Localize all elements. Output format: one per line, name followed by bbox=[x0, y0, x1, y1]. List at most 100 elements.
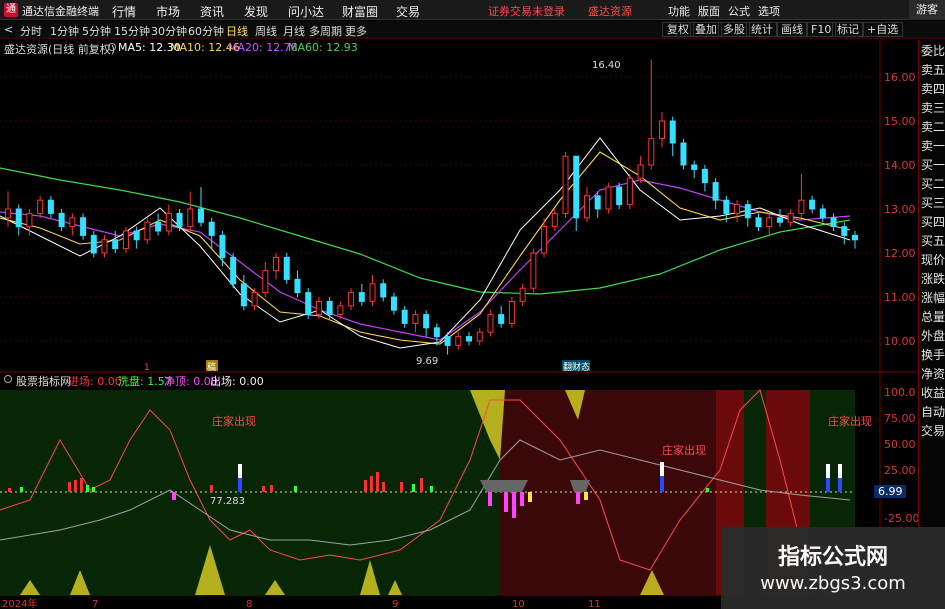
sidebar-item-bid5[interactable]: 买五 bbox=[920, 234, 945, 249]
sidebar-item-change[interactable]: 涨跌 bbox=[920, 272, 945, 287]
candle-body[interactable] bbox=[455, 336, 462, 346]
period-tab-15min[interactable]: 15分钟 bbox=[114, 23, 150, 39]
menu-item-assistant[interactable]: 问小达 bbox=[288, 3, 324, 20]
sidebar-item-ask5[interactable]: 卖五 bbox=[920, 63, 945, 78]
candle-body[interactable] bbox=[15, 208, 22, 228]
candle-body[interactable] bbox=[541, 226, 548, 254]
nav-back-icon[interactable]: < bbox=[4, 23, 13, 36]
stats-button[interactable]: 统计 bbox=[746, 22, 778, 37]
candle-body[interactable] bbox=[551, 212, 558, 228]
candle-body[interactable] bbox=[626, 177, 633, 206]
sidebar-item-ask2[interactable]: 卖二 bbox=[920, 120, 945, 135]
candle-body[interactable] bbox=[809, 199, 816, 210]
candle-body[interactable] bbox=[583, 195, 590, 219]
login-warning[interactable]: 证券交易未登录 bbox=[488, 3, 565, 19]
menu-item-wealth[interactable]: 财富圈 bbox=[342, 3, 378, 20]
guest-button[interactable]: 游客 bbox=[909, 0, 945, 20]
candle-body[interactable] bbox=[712, 182, 719, 201]
candle-body[interactable] bbox=[337, 305, 344, 316]
sidebar-item-earnings[interactable]: 收益 bbox=[920, 386, 945, 401]
candle-body[interactable] bbox=[262, 270, 269, 294]
menu-item-market[interactable]: 市场 bbox=[156, 3, 180, 20]
period-tab-daily[interactable]: 日线 bbox=[226, 23, 248, 39]
candle-body[interactable] bbox=[841, 226, 848, 236]
candle-body[interactable] bbox=[294, 278, 301, 294]
candle-body[interactable] bbox=[573, 155, 580, 219]
candle-body[interactable] bbox=[273, 256, 280, 272]
candle-body[interactable] bbox=[519, 287, 526, 302]
period-tab-weekly[interactable]: 周线 bbox=[255, 23, 277, 39]
candle-body[interactable] bbox=[369, 283, 376, 302]
candle-body[interactable] bbox=[444, 336, 451, 346]
candle-body[interactable] bbox=[691, 164, 698, 170]
period-tab-30min[interactable]: 30分钟 bbox=[151, 23, 187, 39]
period-tab-5min[interactable]: 5分钟 bbox=[82, 23, 111, 39]
sidebar-item-change-pct[interactable]: 涨幅 bbox=[920, 291, 945, 306]
menu-item-quotes[interactable]: 行情 bbox=[112, 3, 136, 20]
candle-body[interactable] bbox=[433, 327, 440, 338]
candle-body[interactable] bbox=[133, 230, 140, 241]
candle-body[interactable] bbox=[348, 292, 355, 307]
stock-title[interactable]: 盛达资源(日线 前复权) bbox=[4, 41, 115, 57]
sidebar-item-bid4[interactable]: 买四 bbox=[920, 215, 945, 230]
candle-body[interactable] bbox=[26, 212, 33, 228]
candle-body[interactable] bbox=[487, 314, 494, 333]
chart-area[interactable]: 16.00 15.00 14.00 13.00 12.00 11.00 10.0… bbox=[0, 40, 918, 609]
candle-body[interactable] bbox=[230, 256, 237, 285]
candle-body[interactable] bbox=[701, 168, 708, 184]
candle-body[interactable] bbox=[165, 212, 172, 232]
candle-body[interactable] bbox=[380, 283, 387, 298]
sidebar-item-ask3[interactable]: 卖三 bbox=[920, 101, 945, 116]
sidebar-item-bid2[interactable]: 买二 bbox=[920, 177, 945, 192]
candle-body[interactable] bbox=[616, 186, 623, 206]
candle-body[interactable] bbox=[5, 208, 11, 219]
candle-body[interactable] bbox=[144, 221, 151, 241]
candle-body[interactable] bbox=[423, 314, 430, 329]
menu-item-news[interactable]: 资讯 bbox=[200, 3, 224, 20]
candle-body[interactable] bbox=[798, 199, 805, 214]
candle-body[interactable] bbox=[476, 331, 483, 342]
candle-body[interactable] bbox=[852, 234, 858, 241]
candle-body[interactable] bbox=[744, 204, 751, 219]
candle-body[interactable] bbox=[283, 256, 290, 280]
menu-item-discover[interactable]: 发现 bbox=[244, 3, 268, 20]
candle-body[interactable] bbox=[412, 314, 419, 324]
candle-body[interactable] bbox=[819, 208, 826, 219]
candle-body[interactable] bbox=[680, 142, 687, 166]
sidebar-item-ask4[interactable]: 卖四 bbox=[920, 82, 945, 97]
candle-body[interactable] bbox=[305, 292, 312, 316]
menu-item-function[interactable]: 功能 bbox=[668, 3, 690, 19]
candle-body[interactable] bbox=[80, 217, 87, 236]
candle-body[interactable] bbox=[401, 309, 408, 324]
sidebar-item-turnover[interactable]: 换手 bbox=[920, 348, 945, 363]
candle-body[interactable] bbox=[508, 300, 515, 324]
candle-body[interactable] bbox=[594, 195, 601, 210]
candle-body[interactable] bbox=[723, 199, 730, 214]
sidebar-item-net-assets[interactable]: 净资 bbox=[920, 367, 945, 382]
event-marker[interactable]: 1 bbox=[144, 363, 150, 373]
candle-body[interactable] bbox=[176, 212, 183, 228]
draw-line-button[interactable]: 画线 bbox=[776, 22, 808, 37]
candle-body[interactable] bbox=[326, 300, 333, 316]
candle-body[interactable] bbox=[37, 199, 44, 214]
menu-item-layout[interactable]: 版面 bbox=[698, 3, 720, 19]
candle-body[interactable] bbox=[648, 138, 655, 166]
candle-body[interactable] bbox=[659, 120, 666, 140]
period-tab-timeshare[interactable]: 分时 bbox=[20, 23, 42, 39]
settings-icon[interactable] bbox=[108, 43, 116, 51]
candle-body[interactable] bbox=[58, 212, 65, 228]
candle-body[interactable] bbox=[47, 199, 54, 214]
candle-body[interactable] bbox=[637, 164, 644, 179]
candle-body[interactable] bbox=[358, 292, 365, 302]
period-tab-1min[interactable]: 1分钟 bbox=[50, 23, 79, 39]
candle-body[interactable] bbox=[219, 234, 226, 258]
candle-body[interactable] bbox=[787, 212, 794, 223]
candle-body[interactable] bbox=[69, 217, 76, 228]
menu-item-trade[interactable]: 交易 bbox=[396, 3, 420, 20]
sidebar-item-bid3[interactable]: 买三 bbox=[920, 196, 945, 211]
mark-button[interactable]: 标记 bbox=[832, 22, 864, 37]
sidebar-item-bid1[interactable]: 买一 bbox=[920, 158, 945, 173]
candle-body[interactable] bbox=[251, 292, 258, 307]
candle-body[interactable] bbox=[197, 208, 204, 223]
candle-body[interactable] bbox=[605, 186, 612, 210]
